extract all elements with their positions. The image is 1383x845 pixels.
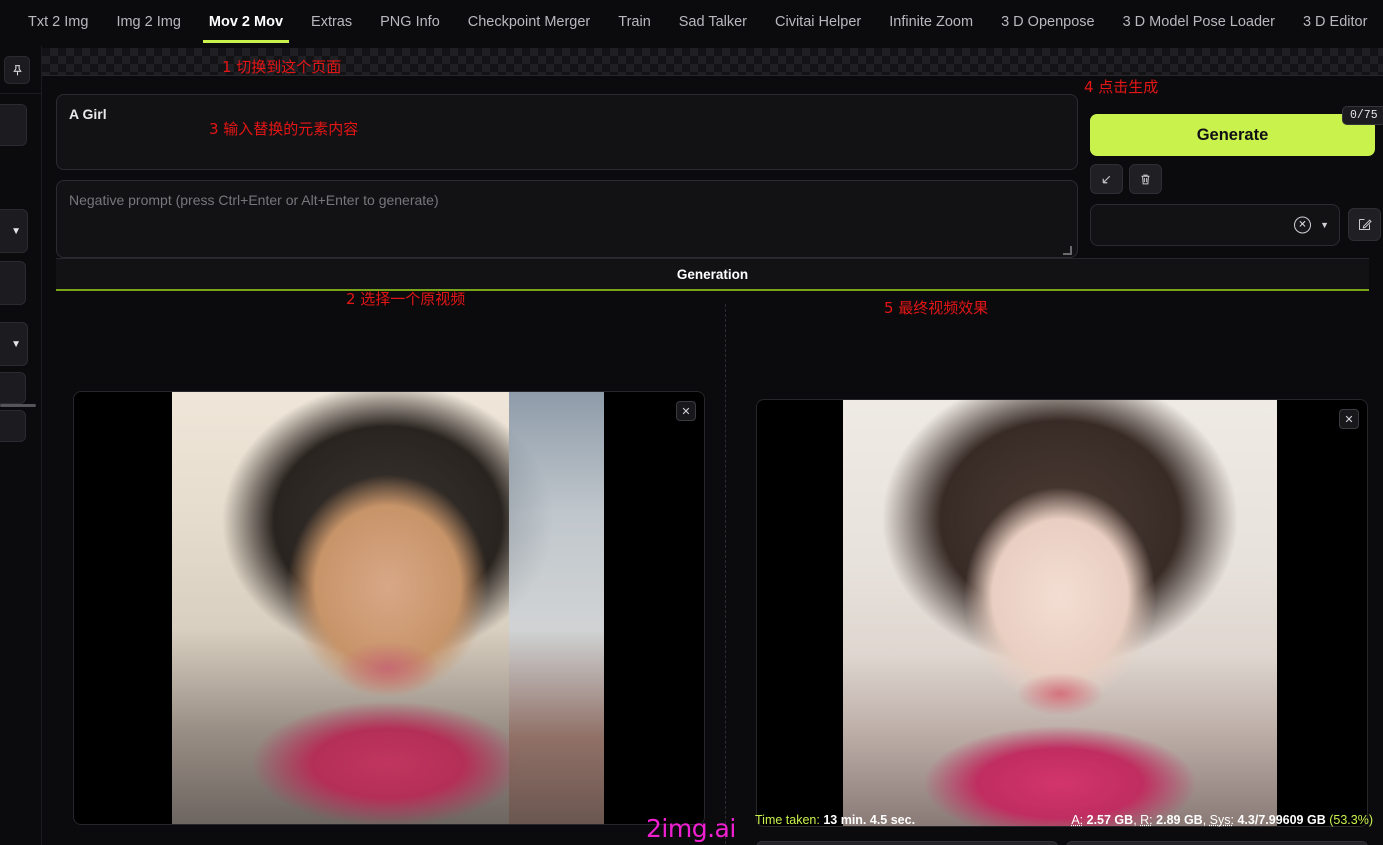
- main-tab-bar: Txt 2 Img Img 2 Img Mov 2 Mov Extras PNG…: [0, 0, 1383, 46]
- close-x-icon[interactable]: ✕: [1339, 409, 1359, 429]
- tab-3d-editor[interactable]: 3 D Editor: [1289, 3, 1381, 43]
- generate-button[interactable]: Generate: [1090, 114, 1375, 156]
- save-floppy-icon[interactable]: [1066, 841, 1368, 845]
- tab-txt2img[interactable]: Txt 2 Img: [14, 3, 102, 43]
- tab-civitai-helper[interactable]: Civitai Helper: [761, 3, 875, 43]
- result-video-frame: [843, 400, 1277, 826]
- trash-icon[interactable]: [1129, 164, 1162, 194]
- mem-a-key: A:: [1071, 813, 1084, 827]
- sidebar-dropdown-1[interactable]: ▼: [0, 209, 28, 253]
- mem-a-value: 2.57 GB: [1086, 813, 1134, 827]
- sidebar-divider-bar: [0, 404, 36, 407]
- transparency-checker-strip: [42, 48, 1383, 76]
- close-x-icon[interactable]: ✕: [676, 401, 696, 421]
- negative-prompt-input[interactable]: [56, 180, 1078, 258]
- sidebar-field-1[interactable]: [0, 261, 26, 305]
- tab-3d-openpose[interactable]: 3 D Openpose: [987, 3, 1109, 43]
- result-action-buttons: [756, 841, 1368, 845]
- generation-tab-strip[interactable]: Generation: [56, 258, 1369, 290]
- left-sidebar-rail: or ▼ ▼: [0, 46, 42, 845]
- styles-dropdown[interactable]: ✕ ▼: [1090, 204, 1340, 246]
- memory-stats: A: 2.57 GB, R: 2.89 GB, Sys: 4.3/7.99609…: [1071, 813, 1373, 827]
- rail-divider: [0, 93, 41, 94]
- source-video-panel: ✕ Resize mode Just resize Crop and resiz…: [56, 298, 721, 845]
- tab-checkpoint-merger[interactable]: Checkpoint Merger: [454, 3, 605, 43]
- folder-icon[interactable]: [756, 841, 1058, 845]
- watermark: 2img.ai: [646, 814, 736, 843]
- mem-sys-value: 4.3/7.99609 GB: [1237, 813, 1326, 827]
- mem-sys-key: Sys:: [1209, 813, 1234, 827]
- tab-extras[interactable]: Extras: [297, 3, 366, 43]
- prompt-column: [56, 94, 1078, 258]
- source-video-frame: [172, 392, 604, 824]
- tab-3d-model-pose-loader[interactable]: 3 D Model Pose Loader: [1109, 3, 1289, 43]
- main-content: 0/75 Generate ✕ ▼: [42, 76, 1383, 845]
- status-bar: Time taken: 13 min. 4.5 sec. A: 2.57 GB,…: [755, 813, 1375, 835]
- source-video-preview[interactable]: ✕: [73, 391, 705, 825]
- sidebar-partial-label[interactable]: or: [0, 104, 27, 146]
- sidebar-field-3[interactable]: [0, 410, 26, 442]
- tab-img2img[interactable]: Img 2 Img: [102, 3, 194, 43]
- generate-column: 0/75 Generate ✕ ▼: [1090, 94, 1383, 258]
- tab-png-info[interactable]: PNG Info: [366, 3, 454, 43]
- tab-sad-talker[interactable]: Sad Talker: [665, 3, 761, 43]
- mem-r-key: R:: [1140, 813, 1153, 827]
- generation-tab-label: Generation: [676, 266, 749, 282]
- sidebar-field-2[interactable]: [0, 372, 26, 404]
- time-taken-label: Time taken:: [755, 813, 820, 827]
- sidebar-dropdown-2[interactable]: ▼: [0, 322, 28, 366]
- positive-prompt-input[interactable]: [56, 94, 1078, 170]
- time-taken-value: 13 min. 4.5 sec.: [823, 813, 916, 827]
- tab-mov2mov[interactable]: Mov 2 Mov: [195, 3, 297, 43]
- time-taken: Time taken: 13 min. 4.5 sec.: [755, 813, 915, 827]
- generation-tab-underline: [56, 289, 1369, 291]
- edit-pencil-icon[interactable]: [1348, 208, 1381, 241]
- token-counter-badge: 0/75: [1342, 106, 1383, 125]
- chevron-down-icon[interactable]: ▼: [1320, 220, 1329, 230]
- clear-x-icon[interactable]: ✕: [1294, 216, 1311, 234]
- prompt-row: 0/75 Generate ✕ ▼: [56, 94, 1383, 258]
- tab-infinite-zoom[interactable]: Infinite Zoom: [875, 3, 987, 43]
- tab-train[interactable]: Train: [604, 3, 665, 43]
- mem-percent: (53.3%): [1329, 813, 1373, 827]
- pin-icon[interactable]: [4, 56, 30, 84]
- panel-divider: [725, 304, 726, 844]
- arrow-down-left-icon[interactable]: [1090, 164, 1123, 194]
- result-video-panel: ✕: [742, 298, 1383, 845]
- result-video-preview[interactable]: ✕: [756, 399, 1368, 827]
- app-root: Txt 2 Img Img 2 Img Mov 2 Mov Extras PNG…: [0, 0, 1383, 845]
- mem-r-value: 2.89 GB: [1156, 813, 1203, 827]
